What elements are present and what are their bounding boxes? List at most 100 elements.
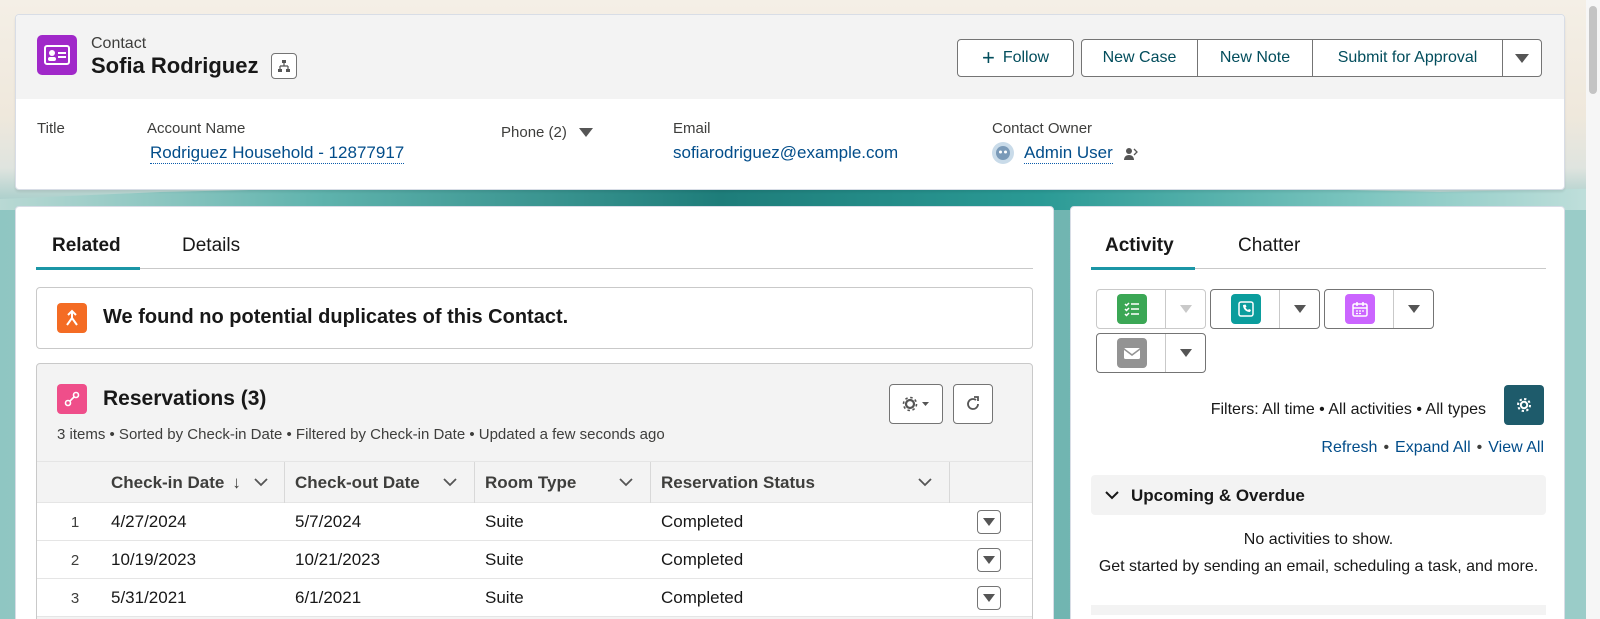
cell-check-out: 6/1/2021 — [295, 588, 362, 607]
call-icon — [1231, 294, 1261, 324]
record-header: Contact Sofia Rodriguez + Follow New Cas… — [15, 14, 1565, 190]
owner-avatar — [992, 142, 1014, 164]
contact-owner-label: Contact Owner — [992, 120, 1093, 137]
duplicate-message: We found no potential duplicates of this… — [103, 306, 569, 328]
next-section-header — [1091, 605, 1546, 615]
related-list-meta: 3 items • Sorted by Check-in Date • Filt… — [57, 426, 665, 443]
cell-room-type: Suite — [485, 588, 524, 607]
expand-all-link[interactable]: Expand All — [1395, 439, 1471, 456]
refresh-link[interactable]: Refresh — [1321, 439, 1377, 456]
change-owner-icon[interactable] — [1123, 146, 1139, 162]
email-link[interactable]: sofiarodriguez@example.com — [673, 143, 898, 163]
more-actions-button[interactable] — [1502, 39, 1542, 77]
row-action-button[interactable] — [977, 510, 1001, 534]
task-dropdown[interactable] — [1165, 290, 1205, 328]
gear-icon — [1517, 398, 1531, 412]
column-reservation-status[interactable]: Reservation Status — [661, 462, 815, 504]
row-number: 1 — [70, 514, 80, 531]
object-label: Contact — [91, 35, 147, 52]
calendar-icon — [1345, 294, 1375, 324]
cell-check-out: 10/21/2023 — [295, 550, 381, 569]
scrollbar-thumb[interactable] — [1589, 6, 1597, 94]
chevron-down-icon[interactable] — [253, 474, 269, 490]
chevron-down-icon[interactable] — [442, 474, 458, 490]
upcoming-overdue-section[interactable]: Upcoming & Overdue — [1091, 475, 1546, 515]
chevron-down-icon — [1407, 305, 1420, 313]
chevron-down-icon — [983, 518, 995, 526]
new-note-button[interactable]: New Note — [1197, 39, 1313, 77]
duplicate-check-card: We found no potential duplicates of this… — [36, 287, 1033, 349]
gear-icon — [902, 396, 929, 412]
chevron-down-icon — [1105, 491, 1119, 500]
column-divider[interactable] — [650, 462, 651, 504]
row-action-button[interactable] — [977, 548, 1001, 572]
follow-button[interactable]: + Follow — [957, 39, 1074, 77]
reservations-table: Check-in Date ↓ Check-out Date Room Type … — [37, 461, 1032, 617]
task-icon — [1117, 294, 1147, 324]
list-settings-button[interactable] — [889, 384, 943, 424]
active-tab-indicator — [1091, 267, 1195, 270]
refresh-button[interactable] — [953, 384, 993, 424]
separator: • — [1383, 439, 1390, 456]
view-all-link[interactable]: View All — [1488, 439, 1544, 456]
activity-filters: Filters: All time • All activities • All… — [1210, 401, 1486, 418]
row-number: 2 — [70, 552, 80, 569]
column-check-out-date[interactable]: Check-out Date — [295, 462, 420, 504]
activity-panel: Activity Chatter Filters: All time • All… — [1070, 206, 1565, 619]
hierarchy-button[interactable] — [271, 53, 297, 79]
column-divider[interactable] — [474, 462, 475, 504]
row-action-button[interactable] — [977, 586, 1001, 610]
cell-status: Completed — [661, 550, 744, 569]
page-scrollbar[interactable] — [1586, 0, 1600, 619]
cell-check-out: 5/7/2024 — [295, 512, 362, 531]
reservations-related-list: Reservations (3) 3 items • Sorted by Che… — [36, 363, 1033, 619]
refresh-icon — [967, 396, 979, 410]
related-list-title[interactable]: Reservations (3) — [103, 387, 266, 411]
column-check-in-date[interactable]: Check-in Date ↓ — [111, 462, 241, 504]
tab-details[interactable]: Details — [182, 235, 240, 257]
cell-check-in: 5/31/2021 — [111, 588, 187, 607]
column-room-type[interactable]: Room Type — [485, 462, 576, 504]
phone-label: Phone (2) — [501, 124, 567, 141]
table-row: 2 10/19/2023 10/21/2023 Suite Completed — [37, 541, 1032, 579]
column-divider[interactable] — [284, 462, 285, 504]
new-event-button[interactable] — [1324, 289, 1434, 329]
email-dropdown[interactable] — [1165, 334, 1205, 372]
activity-tabs: Activity Chatter — [1091, 229, 1546, 270]
active-tab-indicator — [36, 267, 140, 270]
main-panel: Related Details We found no potential du… — [15, 206, 1054, 619]
activity-links: Refresh • Expand All • View All — [1321, 439, 1544, 457]
account-name-link[interactable]: Rodriguez Household - 12877917 — [150, 143, 405, 164]
follow-label: Follow — [1002, 49, 1050, 66]
chevron-down-icon[interactable] — [917, 474, 933, 490]
phone-dropdown-icon[interactable] — [579, 128, 593, 137]
chevron-down-icon — [983, 594, 995, 602]
cell-room-type: Suite — [485, 512, 524, 531]
separator: • — [1476, 439, 1483, 456]
chevron-down-icon — [1515, 53, 1529, 63]
tab-activity[interactable]: Activity — [1105, 235, 1174, 257]
cell-check-in: 4/27/2024 — [111, 512, 187, 531]
chevron-down-icon[interactable] — [618, 474, 634, 490]
reservation-icon — [57, 384, 87, 414]
new-task-button[interactable] — [1096, 289, 1206, 329]
title-label: Title — [37, 120, 65, 137]
tab-related[interactable]: Related — [52, 235, 121, 257]
action-button-group: New Case New Note Submit for Approval — [1081, 39, 1542, 77]
tab-chatter[interactable]: Chatter — [1238, 235, 1300, 257]
cell-status: Completed — [661, 588, 744, 607]
table-row: 3 5/31/2021 6/1/2021 Suite Completed — [37, 579, 1032, 617]
cell-status: Completed — [661, 512, 744, 531]
column-divider[interactable] — [949, 462, 950, 504]
submit-for-approval-button[interactable]: Submit for Approval — [1312, 39, 1503, 77]
new-case-button[interactable]: New Case — [1081, 39, 1198, 77]
activity-settings-button[interactable] — [1504, 385, 1544, 425]
table-header: Check-in Date ↓ Check-out Date Room Type … — [37, 461, 1032, 504]
event-dropdown[interactable] — [1393, 290, 1433, 328]
call-dropdown[interactable] — [1279, 290, 1319, 328]
send-email-button[interactable] — [1096, 333, 1206, 373]
log-call-button[interactable] — [1210, 289, 1320, 329]
contact-owner-link[interactable]: Admin User — [1024, 143, 1113, 164]
plus-icon: + — [981, 45, 995, 70]
email-icon — [1117, 338, 1147, 368]
